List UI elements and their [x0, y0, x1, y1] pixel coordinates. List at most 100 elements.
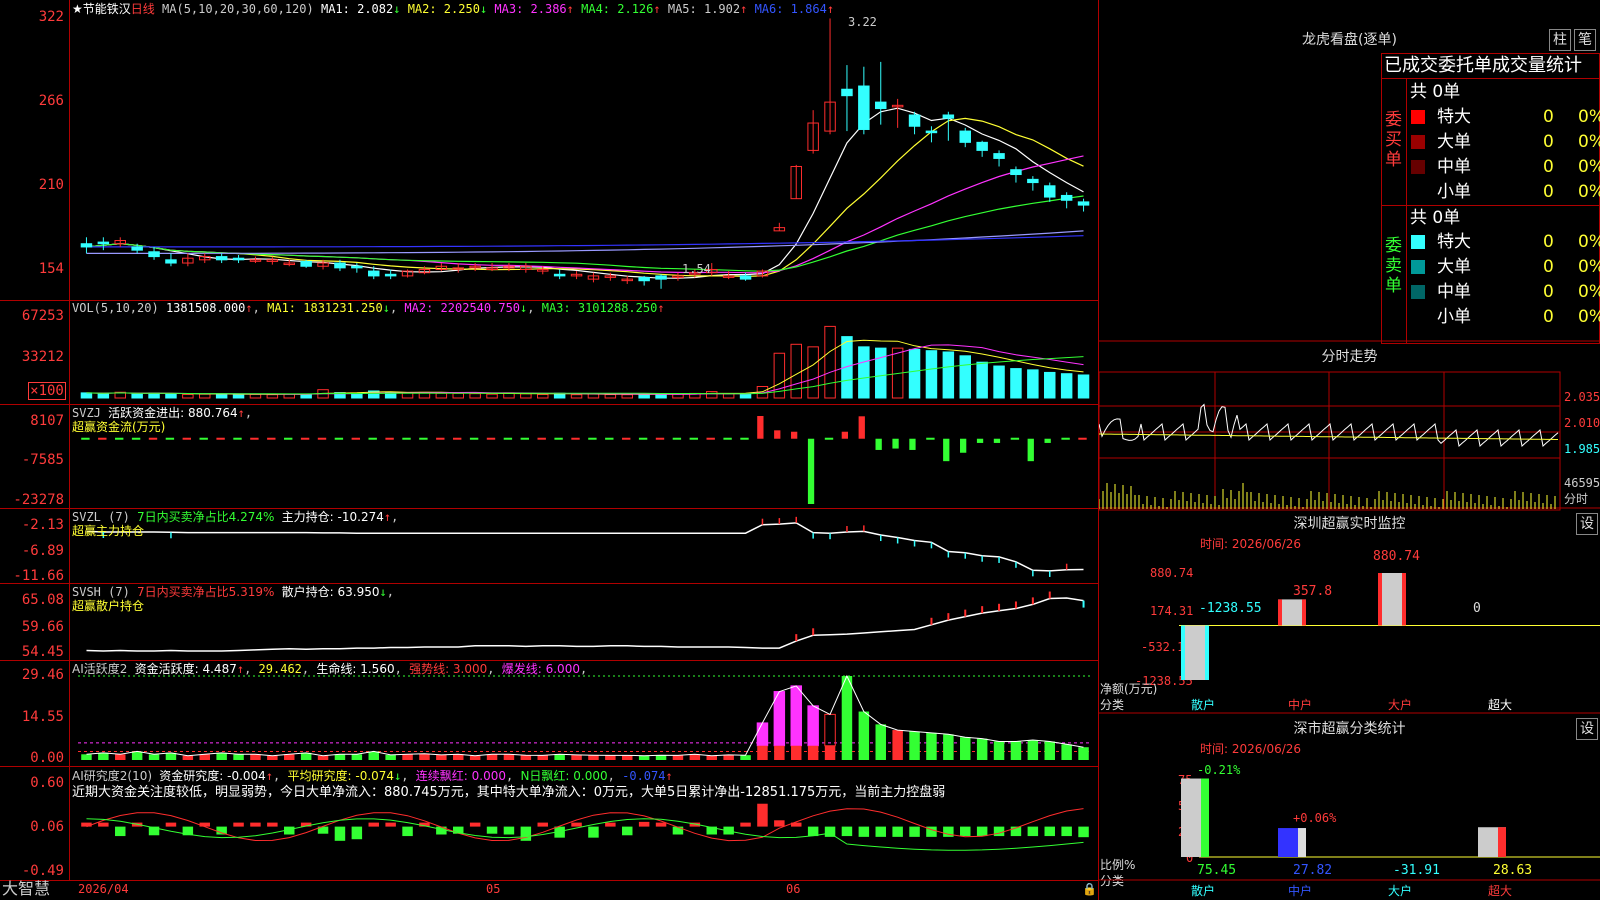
volume-bar — [706, 391, 718, 399]
research-bar — [537, 822, 548, 827]
svzl-legend: SVZL (7) 7日内买卖净占比4.274% 主力持仓: -10.274↑, — [72, 510, 399, 524]
fundflow-bar — [757, 416, 764, 439]
fundflow-bar — [453, 437, 462, 440]
candle-body — [1044, 185, 1056, 198]
candle-body — [368, 270, 380, 277]
volume-bar — [80, 392, 93, 399]
fundflow-bar — [943, 438, 950, 462]
activity-bar — [1061, 744, 1072, 760]
retail-position-line — [86, 597, 1084, 652]
activity-bar-hot — [756, 722, 769, 747]
activity-bar — [1044, 741, 1055, 760]
fundflow-bar — [199, 437, 208, 440]
fundflow-bar — [791, 431, 798, 439]
research-bar — [740, 822, 751, 827]
fundflow-bar — [706, 437, 715, 440]
fundflow-bar — [841, 431, 848, 439]
fundflow-bar — [182, 437, 191, 440]
ma6-value: MA6: 1.864 — [754, 2, 827, 16]
svzj-params: SVZJ — [72, 406, 101, 420]
fundflow-bar — [588, 437, 597, 440]
stats-change-label: -0.21% — [1197, 763, 1241, 777]
activity-bar — [554, 754, 565, 760]
activity-bar — [638, 755, 650, 760]
activity-bar — [537, 755, 548, 760]
activity-bar — [588, 755, 599, 760]
volume-bar — [199, 393, 211, 399]
fundflow-bar — [976, 438, 984, 443]
fundflow-bar — [909, 438, 916, 450]
volume-bar — [807, 346, 819, 399]
research-bar — [267, 822, 278, 827]
research-bar — [807, 826, 819, 837]
ma-params: MA(5,10,20,30,60,120) — [162, 2, 314, 16]
volume-bar — [942, 351, 955, 399]
fundflow-bar — [334, 437, 344, 440]
candle-body — [300, 260, 312, 267]
fundflow-bar — [250, 437, 259, 440]
ai1-life: 生命线: 1.560 — [316, 662, 395, 676]
activity-bar — [875, 724, 886, 760]
lock-icon[interactable]: 🔒 — [1082, 882, 1097, 896]
fundflow-bar — [115, 437, 124, 440]
monitor-bar — [1378, 573, 1406, 626]
ai1-arrow: ↑ — [236, 662, 245, 676]
volume-bar — [452, 392, 464, 399]
date-label: 06 — [786, 882, 801, 896]
volume-bar — [537, 393, 549, 399]
candle-body — [942, 114, 955, 119]
chart-canvas — [78, 18, 1092, 851]
volume-bar — [722, 393, 735, 399]
fundflow-bar — [351, 437, 360, 440]
activity-bar — [250, 754, 261, 760]
fundflow-bar — [385, 437, 394, 440]
candle-body — [351, 265, 363, 269]
activity-bar-hot — [807, 705, 819, 747]
svsh-value: 散户持仓: 63.950 — [281, 585, 380, 599]
candle-body — [655, 275, 667, 280]
svsh-arrow: ↓ — [379, 585, 387, 599]
ma2-arrow: ↓ — [479, 2, 488, 16]
ai2-params: AI研究度2(10) — [72, 769, 153, 783]
fundflow-bar — [1078, 437, 1087, 440]
candle-body — [925, 130, 938, 134]
volume-bar — [266, 394, 279, 399]
fundflow-bar — [858, 416, 865, 439]
volume-bar — [148, 392, 160, 399]
research-bar — [334, 826, 346, 841]
volume-bar — [604, 394, 617, 399]
fundflow-bar — [807, 438, 815, 504]
stock-terminal-window: 322 266 210 154 67253 33212 ×100 8107 -7… — [0, 0, 1600, 900]
svzj-arrow: ↑ — [237, 406, 245, 420]
activity-bar — [402, 754, 413, 760]
activity-bar-hot — [824, 713, 836, 747]
activity-bar — [672, 755, 684, 760]
svzl-value: 主力持仓: -10.274 — [281, 510, 384, 524]
vol-ma3: MA3: 3101288.250 — [541, 301, 658, 315]
volume-bar — [570, 394, 583, 399]
activity-bar — [334, 754, 346, 760]
candle-body — [1027, 178, 1039, 184]
activity-bar — [976, 738, 988, 760]
volume-bar — [1027, 369, 1039, 399]
svzl-params: SVZL (7) — [72, 510, 130, 524]
research-bar — [960, 826, 971, 837]
monitor-value-label: 357.8 — [1293, 584, 1332, 599]
activity-bar — [115, 754, 126, 760]
activity-bar — [131, 751, 143, 760]
activity-bar — [520, 755, 532, 760]
fundflow-bar — [368, 437, 377, 440]
svzj-subtitle: 超赢资金流(万元) — [72, 420, 166, 434]
brand-logo: 大智慧 — [2, 879, 51, 898]
candle-body — [80, 243, 93, 248]
research-bar — [1061, 826, 1072, 837]
fundflow-bar — [131, 437, 141, 440]
fundflow-bar — [960, 438, 967, 453]
fundflow-bar — [267, 437, 276, 440]
candle-body — [908, 114, 921, 127]
volume-bar — [182, 393, 194, 399]
stock-name[interactable]: ★节能铁汉 — [72, 2, 131, 16]
activity-bar — [81, 754, 92, 760]
period-label[interactable]: 日线 — [131, 2, 155, 16]
fundflow-bar — [1061, 437, 1070, 440]
